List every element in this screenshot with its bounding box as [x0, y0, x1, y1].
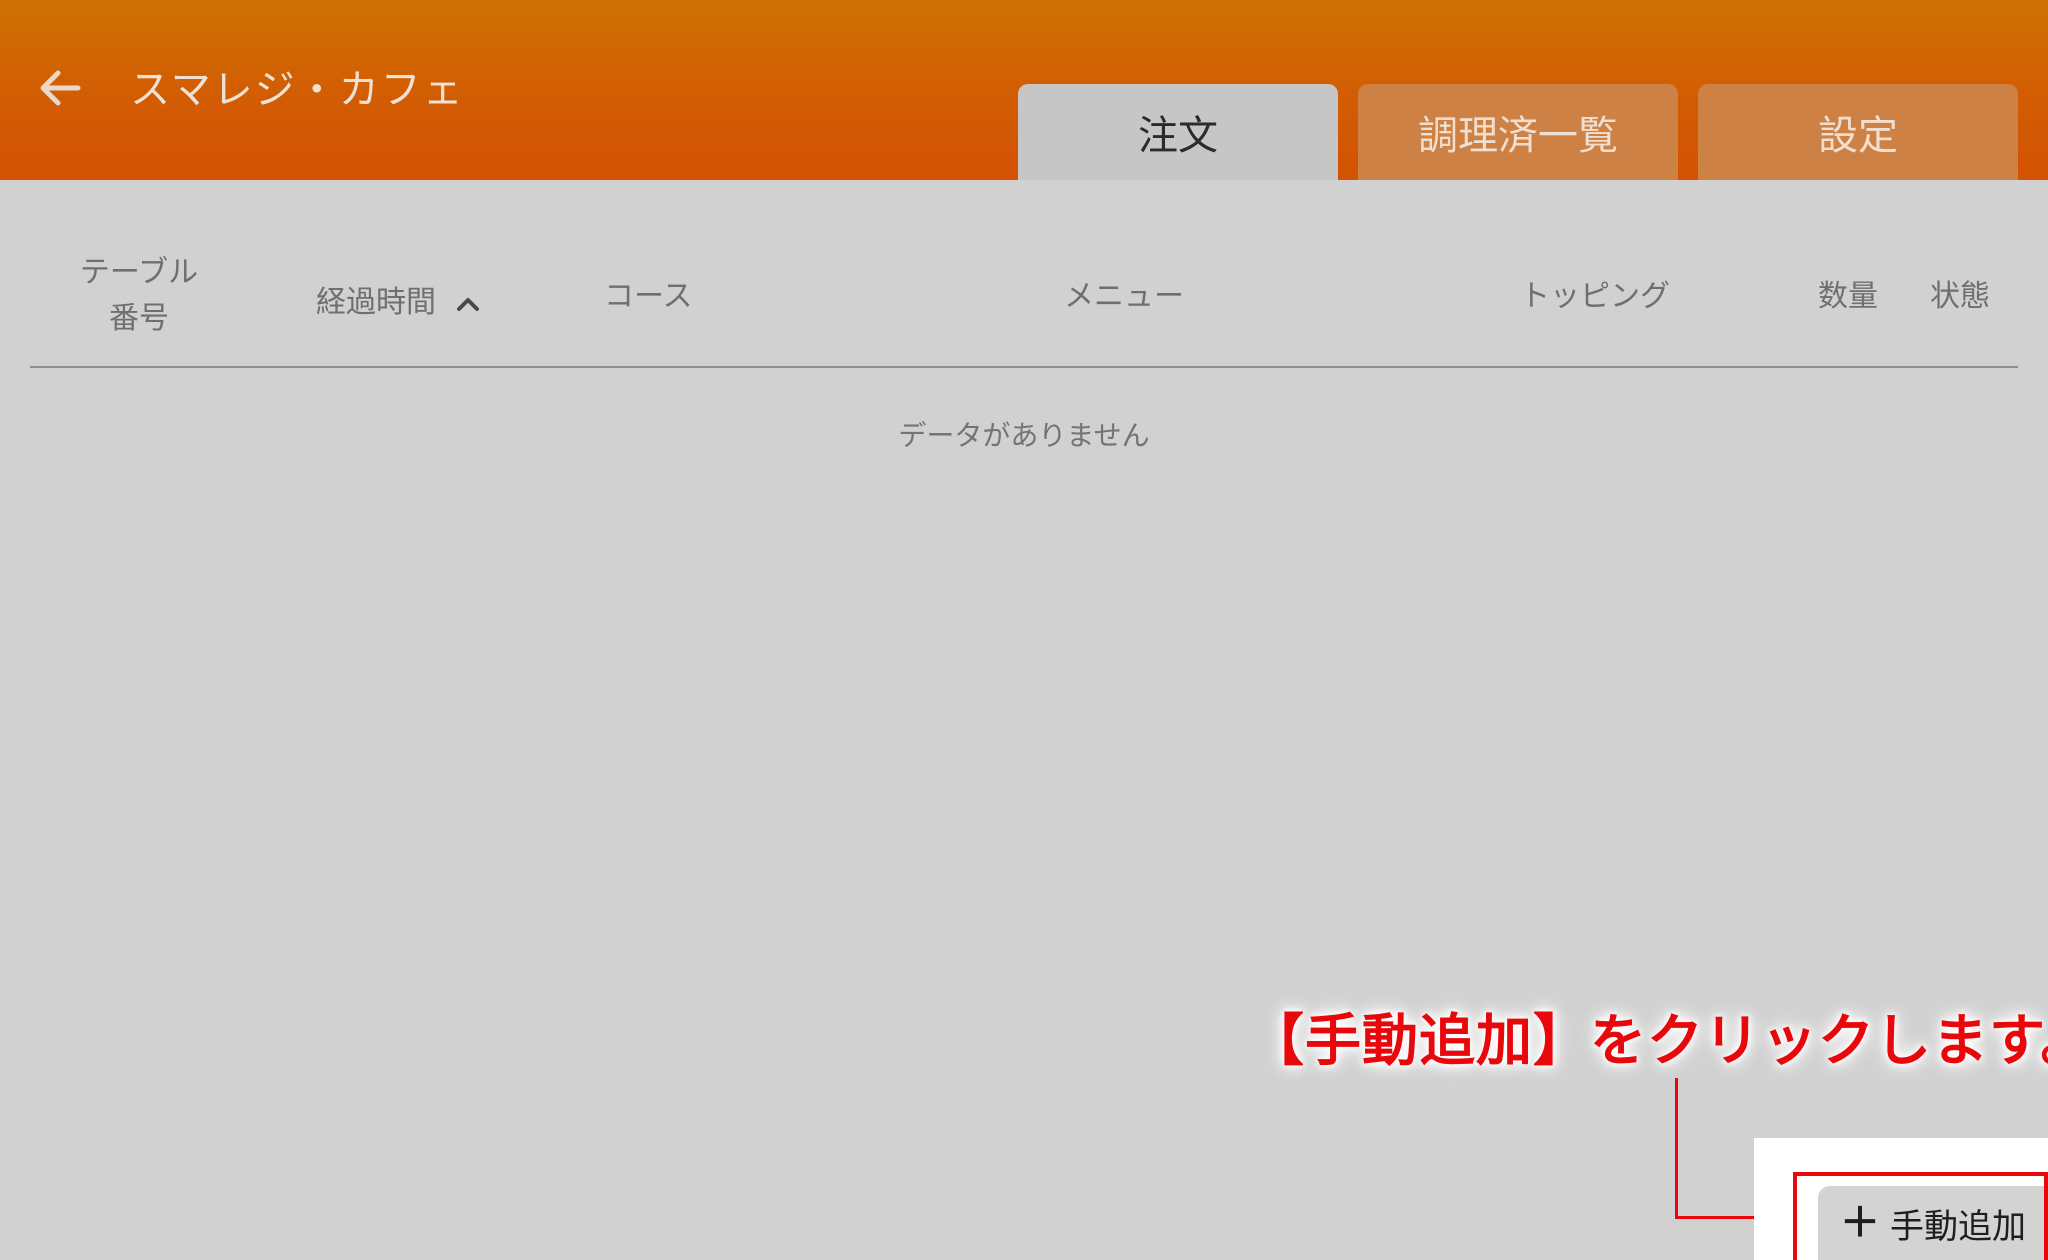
column-header-table-number-line2: 番号	[109, 301, 169, 336]
annotation-highlight-box	[1793, 1172, 2048, 1260]
column-header-course: コース	[604, 279, 693, 314]
column-header-menu: メニュー	[1064, 279, 1184, 314]
column-header-quantity: 数量	[1818, 279, 1878, 314]
tab-settings-label: 設定	[1818, 113, 1898, 159]
column-header-elapsed-time-label: 経過時間	[316, 285, 436, 320]
app-header: スマレジ・カフェ 注文 調理済一覧 設定	[0, 0, 2048, 180]
column-header-table-number-line1: テーブル	[79, 255, 199, 290]
table-header-divider	[30, 366, 2018, 368]
tab-settings[interactable]: 設定	[1698, 84, 2018, 180]
app-title: スマレジ・カフェ	[130, 67, 465, 113]
tab-cooked-list-label: 調理済一覧	[1418, 113, 1618, 159]
tab-order-label: 注文	[1138, 113, 1218, 159]
empty-state-message: データがありません	[898, 419, 1150, 452]
column-header-elapsed-time[interactable]: 経過時間	[316, 280, 480, 326]
annotation-connector-line	[1675, 1078, 1678, 1219]
column-header-status: 状態	[1930, 279, 1990, 314]
arrow-left-icon	[38, 68, 82, 112]
back-button[interactable]	[30, 60, 90, 120]
tab-cooked-list[interactable]: 調理済一覧	[1358, 84, 1678, 180]
tab-order[interactable]: 注文	[1018, 84, 1338, 180]
annotation-callout: 【手動追加】をクリックします。	[1248, 1009, 2048, 1074]
chevron-up-icon	[456, 280, 480, 326]
column-header-topping: トッピング	[1520, 279, 1670, 314]
column-header-table-number: テーブル 番号	[60, 250, 218, 342]
